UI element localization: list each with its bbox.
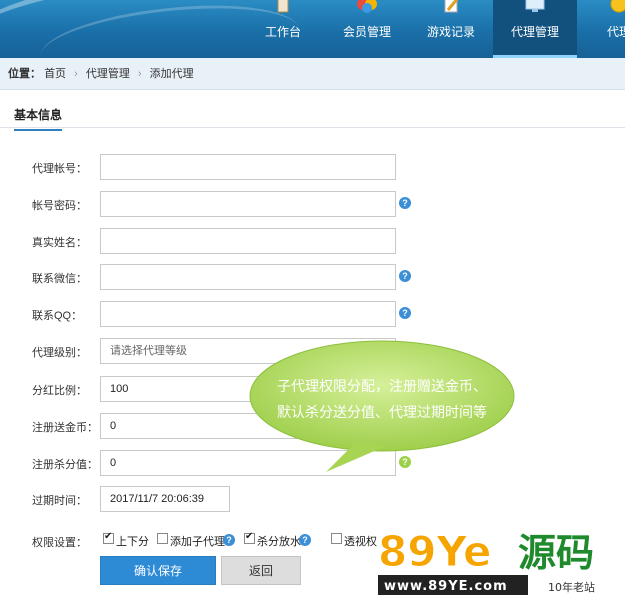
realname-input[interactable] [100, 228, 396, 254]
help-icon[interactable]: ? [299, 534, 311, 546]
checkbox-label: 上下分 [116, 536, 149, 548]
wechat-label: 联系微信： [32, 273, 87, 285]
save-button[interactable]: 确认保存 [100, 556, 216, 585]
nav-item-agent-more[interactable]: 代理 [577, 0, 625, 58]
password-input[interactable] [100, 191, 396, 217]
callout-bubble: 子代理权限分配，注册赠送金币、 默认杀分送分值、代理过期时间等 [246, 338, 518, 474]
checkbox-label: 添加子代理 [170, 536, 225, 548]
nav-item-workbench[interactable]: 工作台 [241, 0, 325, 58]
nav-item-game-records[interactable]: 游戏记录 [409, 0, 493, 58]
nav-label: 游戏记录 [426, 25, 475, 39]
top-navbar: 工作台 会员管理 游戏记录 代理管理 代理 [0, 0, 625, 58]
checkbox-xray[interactable] [331, 533, 342, 544]
callout-text-line2: 默认杀分送分值、代理过期时间等 [277, 405, 487, 421]
svg-text:10年老站: 10年老站 [548, 580, 595, 594]
share-label: 分红比例： [32, 385, 87, 397]
qq-label: 联系QQ： [32, 310, 83, 322]
svg-text:www.89YE.com: www.89YE.com [384, 579, 508, 594]
svg-text:源码: 源码 [518, 531, 594, 575]
members-icon [357, 0, 377, 13]
callout-text-line1: 子代理权限分配，注册赠送金币、 [277, 379, 487, 395]
breadcrumb-item-agent-management[interactable]: 代理管理 [86, 68, 130, 80]
breadcrumb-item-home[interactable]: 首页 [44, 68, 66, 80]
watermark-graphic: 89Ye 源码 www.89YE.com 10年老站 [378, 527, 595, 595]
checkbox-updown[interactable] [103, 531, 114, 544]
nav-label: 会员管理 [342, 25, 391, 39]
account-label: 代理帐号： [32, 163, 87, 175]
back-button[interactable]: 返回 [221, 556, 301, 585]
form-row-realname: 真实姓名： [0, 228, 625, 254]
level-label: 代理级别： [32, 347, 87, 359]
checkbox-kill-release[interactable] [244, 531, 255, 544]
wechat-input[interactable] [100, 264, 396, 290]
permissions-label: 权限设置： [32, 537, 87, 549]
chevron-right-icon: › [74, 68, 78, 80]
form-row-account: 代理帐号： [0, 154, 625, 180]
breadcrumb: 位置： 首页 › 代理管理 › 添加代理 [0, 58, 625, 90]
expire-input[interactable]: 2017/11/7 20:06:39 [100, 486, 230, 512]
level-select-value: 请选择代理等级 [110, 345, 187, 357]
help-icon[interactable]: ? [399, 270, 411, 282]
help-icon[interactable]: ? [223, 534, 235, 546]
form-row-wechat: 联系微信： ? [0, 264, 625, 290]
pen-icon [444, 0, 459, 13]
realname-label: 真实姓名： [32, 237, 87, 249]
svg-text:89Ye: 89Ye [378, 527, 492, 576]
form-row-password: 帐号密码： ? [0, 191, 625, 217]
breadcrumb-item-add-agent: 添加代理 [149, 68, 194, 80]
nav-item-agent-management[interactable]: 代理管理 [493, 0, 577, 58]
kill-label: 注册杀分值： [32, 459, 98, 471]
help-icon[interactable]: ? [399, 197, 411, 209]
gift-label: 注册送金币： [32, 422, 98, 434]
clipboard-icon [277, 0, 289, 13]
chevron-right-icon: › [137, 68, 142, 80]
checkbox-label: 杀分放水 [257, 536, 301, 548]
coin-icon [610, 0, 625, 13]
help-icon[interactable]: ? [399, 307, 411, 319]
form-row-qq: 联系QQ： ? [0, 301, 625, 327]
nav-label: 代理管理 [510, 25, 559, 39]
nav-label: 工作台 [264, 25, 301, 39]
account-input[interactable] [100, 154, 396, 180]
expire-label: 过期时间： [32, 495, 87, 507]
form-row-expire: 过期时间： 2017/11/7 20:06:39 [0, 486, 625, 512]
nav-label: 代理 [606, 25, 625, 39]
nav-item-members[interactable]: 会员管理 [325, 0, 409, 58]
password-label: 帐号密码： [32, 200, 87, 212]
breadcrumb-prefix: 位置： [8, 68, 41, 80]
watermark-logo: 89Ye 源码 www.89YE.com 10年老站 [370, 520, 625, 600]
main-nav: 工作台 会员管理 游戏记录 代理管理 代理 [241, 0, 625, 58]
checkbox-add-subagent[interactable] [157, 533, 168, 544]
qq-input[interactable] [100, 301, 396, 327]
monitor-icon [525, 0, 545, 12]
section-divider [0, 127, 625, 128]
